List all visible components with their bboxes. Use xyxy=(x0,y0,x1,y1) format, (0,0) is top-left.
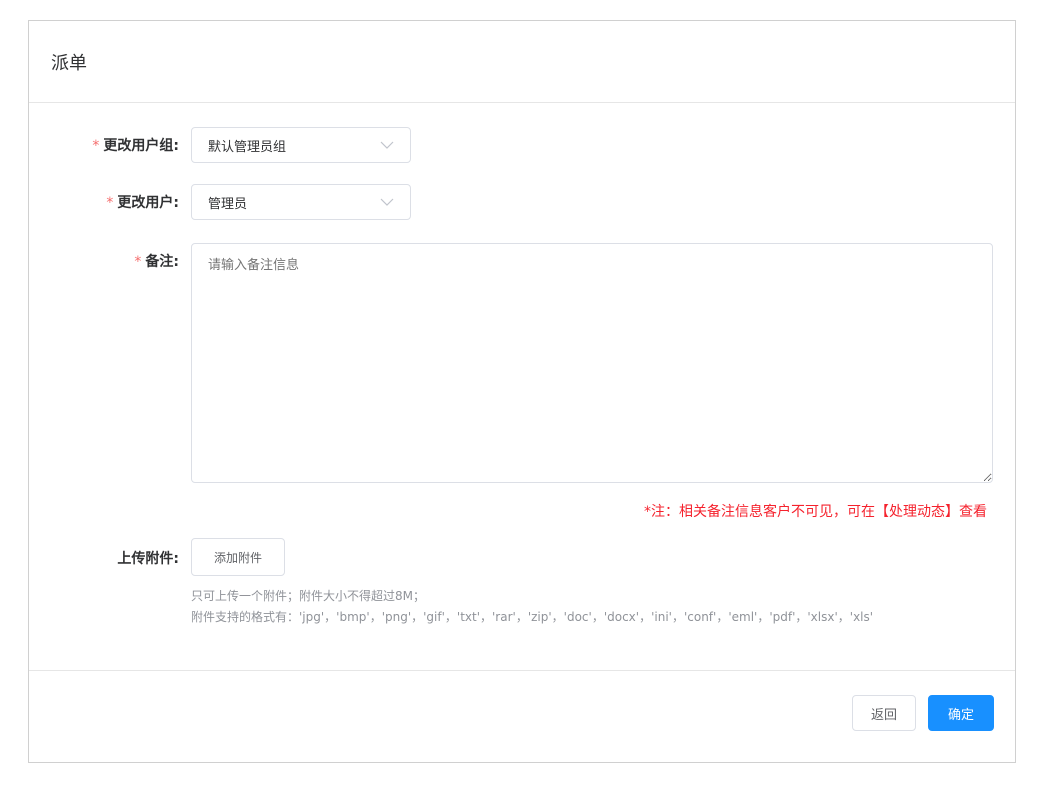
required-mark: * xyxy=(106,195,114,211)
remark-label: * 备注: xyxy=(29,251,179,271)
required-mark: * xyxy=(92,138,100,154)
remark-label-text: 备注: xyxy=(145,254,179,270)
page: 派单 * 更改用户组: 默认管理员组 * 更改用户: 管理员 * 备注: 请输入… xyxy=(0,0,1038,788)
remark-note: *注：相关备注信息客户不可见，可在【处理动态】查看 xyxy=(644,504,987,520)
confirm-button[interactable]: 确定 xyxy=(928,695,994,731)
remark-textarea[interactable] xyxy=(191,243,993,483)
user-label: * 更改用户: xyxy=(29,192,179,212)
chevron-down-icon xyxy=(380,141,394,149)
user-label-text: 更改用户: xyxy=(117,195,179,211)
user-group-select[interactable]: 默认管理员组 xyxy=(191,127,411,163)
user-value: 管理员 xyxy=(208,196,248,212)
attachment-label-text: 上传附件: xyxy=(117,551,179,567)
dialog-header: 派单 xyxy=(29,21,1015,103)
chevron-down-icon xyxy=(380,198,394,206)
attachment-label: 上传附件: xyxy=(29,548,179,568)
add-attachment-button[interactable]: 添加附件 xyxy=(191,538,285,576)
dialog-title: 派单 xyxy=(51,52,87,74)
dialog-body: * 更改用户组: 默认管理员组 * 更改用户: 管理员 * 备注: 请输入备注信… xyxy=(29,103,1015,671)
back-button[interactable]: 返回 xyxy=(852,695,916,731)
attachment-hint-formats: 附件支持的格式有：'jpg'，'bmp'，'png'，'gif'，'txt'，'… xyxy=(191,610,874,624)
user-select[interactable]: 管理员 xyxy=(191,184,411,220)
user-group-value: 默认管理员组 xyxy=(208,139,287,155)
user-group-label-text: 更改用户组: xyxy=(103,138,179,154)
dialog-footer: 返回 确定 xyxy=(29,671,1015,762)
dispatch-dialog: 派单 * 更改用户组: 默认管理员组 * 更改用户: 管理员 * 备注: 请输入… xyxy=(28,20,1016,763)
required-mark: * xyxy=(134,254,142,270)
attachment-hint-size: 只可上传一个附件；附件大小不得超过8M； xyxy=(191,589,425,603)
user-group-label: * 更改用户组: xyxy=(29,135,179,155)
